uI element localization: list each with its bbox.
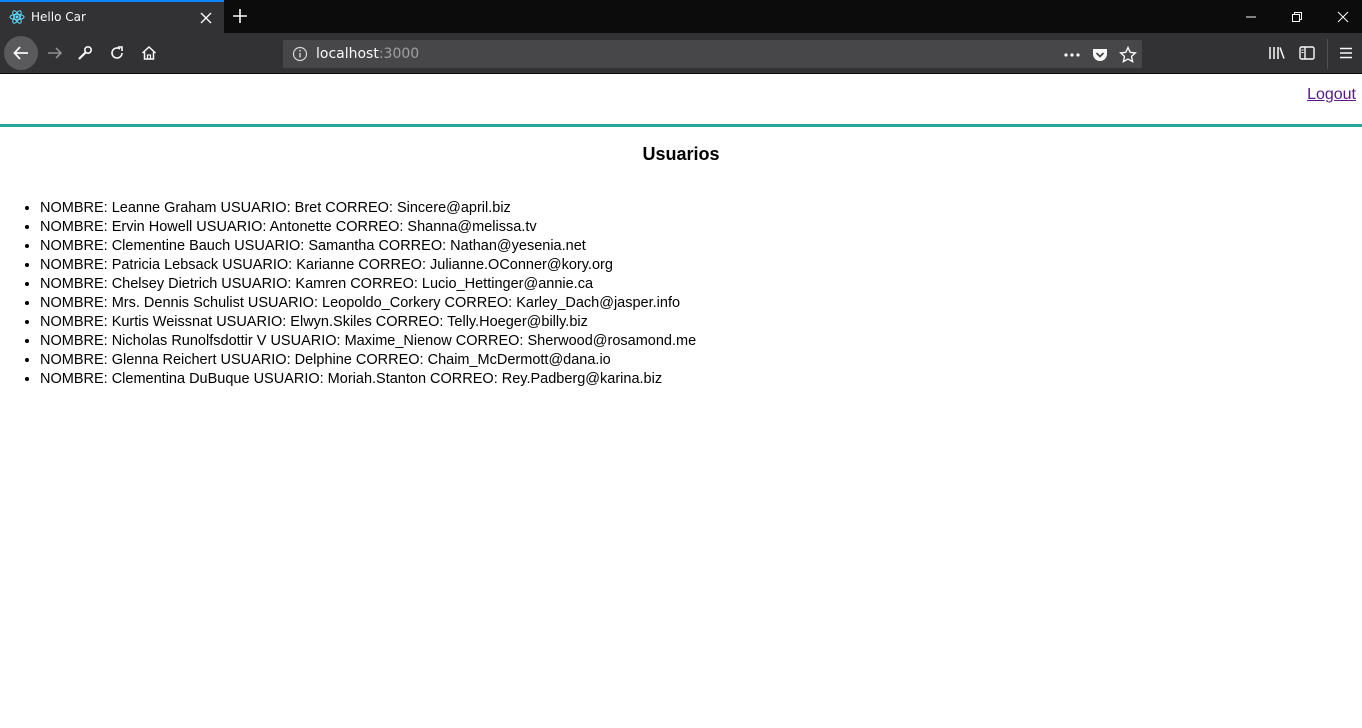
page-content: Logout Usuarios NOMBRE: Leanne Graham US… [0, 74, 1362, 728]
restore-icon [1292, 12, 1302, 22]
page-title: Usuarios [642, 144, 720, 164]
list-item: NOMBRE: Patricia Lebsack USUARIO: Karian… [40, 256, 696, 275]
close-icon [1337, 11, 1349, 23]
minimize-button[interactable] [1228, 0, 1274, 33]
close-icon[interactable] [199, 11, 213, 25]
react-atom-icon [9, 10, 25, 24]
list-item: NOMBRE: Ervin Howell USUARIO: Antonette … [40, 218, 696, 237]
home-icon [141, 45, 157, 60]
list-item: NOMBRE: Nicholas Runolfsdottir V USUARIO… [40, 332, 696, 351]
list-item: NOMBRE: Chelsey Dietrich USUARIO: Kamren… [40, 275, 696, 294]
user-list: NOMBRE: Leanne Graham USUARIO: Bret CORR… [40, 199, 696, 389]
forward-arrow-icon [48, 47, 63, 59]
back-arrow-icon [13, 46, 28, 60]
logout-link[interactable]: Logout [1307, 86, 1356, 104]
info-icon[interactable] [292, 46, 308, 62]
library-button[interactable] [1261, 38, 1291, 68]
back-button[interactable] [4, 36, 38, 70]
url-port: :3000 [378, 46, 420, 62]
home-button[interactable] [134, 38, 164, 68]
wrench-icon [78, 45, 93, 60]
restore-button[interactable] [1274, 0, 1320, 33]
star-icon[interactable] [1119, 46, 1137, 64]
pocket-icon[interactable] [1091, 46, 1109, 64]
toolbar-separator [1327, 39, 1328, 69]
plus-icon[interactable] [231, 7, 249, 25]
list-item: NOMBRE: Clementine Bauch USUARIO: Samant… [40, 237, 696, 256]
hamburger-menu-icon [1340, 47, 1352, 59]
close-window-button[interactable] [1320, 0, 1362, 33]
tools-button[interactable] [70, 38, 100, 68]
menu-button[interactable] [1331, 38, 1361, 68]
list-item: NOMBRE: Glenna Reichert USUARIO: Delphin… [40, 351, 696, 370]
list-item: NOMBRE: Kurtis Weissnat USUARIO: Elwyn.S… [40, 313, 696, 332]
browser-tab[interactable]: Hello Car [0, 0, 224, 33]
tab-bar: Hello Car [0, 0, 1362, 33]
app-header: Logout [0, 74, 1362, 127]
library-icon [1269, 47, 1285, 59]
navigation-toolbar: localhost:3000 [0, 33, 1362, 74]
url-text[interactable]: localhost:3000 [316, 46, 419, 62]
forward-button[interactable] [40, 38, 70, 68]
url-bar[interactable]: localhost:3000 [283, 40, 1142, 68]
sidebar-icon [1299, 46, 1315, 60]
list-item: NOMBRE: Mrs. Dennis Schulist USUARIO: Le… [40, 294, 696, 313]
tab-title: Hello Car [31, 10, 86, 24]
sidebar-button[interactable] [1292, 38, 1322, 68]
list-item: NOMBRE: Clementina DuBuque USUARIO: Mori… [40, 370, 696, 389]
list-item: NOMBRE: Leanne Graham USUARIO: Bret CORR… [40, 199, 696, 218]
url-host: localhost [316, 46, 379, 62]
minimize-icon [1246, 16, 1256, 18]
more-dots-icon[interactable] [1063, 46, 1081, 64]
reload-icon [111, 46, 123, 59]
reload-button[interactable] [102, 38, 132, 68]
